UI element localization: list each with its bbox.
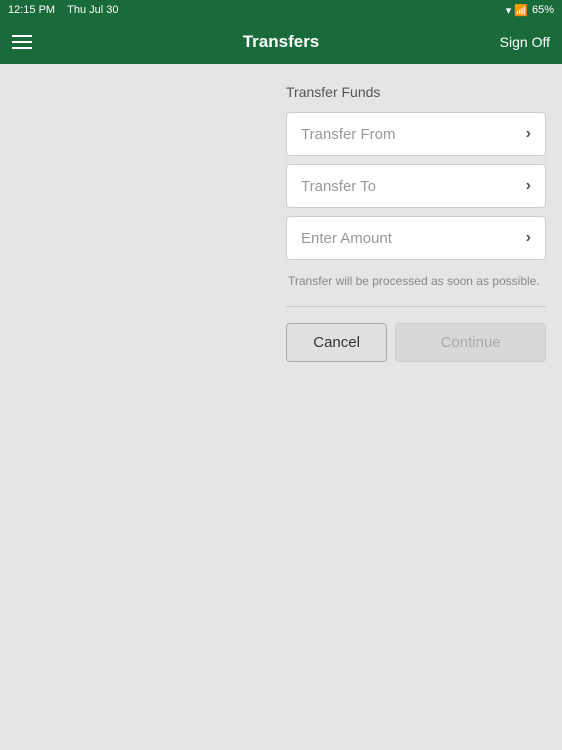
status-bar-right: ▾ 📶 65%: [506, 4, 554, 17]
transfer-from-field[interactable]: Transfer From ›: [286, 112, 546, 156]
main-content: Transfer Funds Transfer From › Transfer …: [0, 64, 562, 750]
status-bar: 12:15 PM Thu Jul 30 ▾ 📶 65%: [0, 0, 562, 20]
menu-icon[interactable]: [12, 35, 32, 49]
status-date: Thu Jul 30: [67, 4, 118, 16]
left-panel: [0, 64, 270, 750]
wifi-icon: ▾ 📶: [506, 4, 528, 17]
continue-button: Continue: [395, 323, 546, 362]
divider: [286, 306, 546, 307]
button-row: Cancel Continue: [286, 323, 546, 362]
transfer-from-label: Transfer From: [301, 126, 395, 143]
navbar: Transfers Sign Off: [0, 20, 562, 64]
transfer-to-label: Transfer To: [301, 178, 376, 195]
transfer-to-field[interactable]: Transfer To ›: [286, 164, 546, 208]
transfer-to-chevron-icon: ›: [526, 177, 531, 195]
right-panel: Transfer Funds Transfer From › Transfer …: [270, 64, 562, 750]
status-bar-left: 12:15 PM Thu Jul 30: [8, 4, 119, 16]
status-time: 12:15 PM: [8, 4, 55, 16]
sign-off-button[interactable]: Sign Off: [500, 34, 550, 50]
enter-amount-chevron-icon: ›: [526, 229, 531, 247]
page-title: Transfers: [243, 32, 320, 52]
transfer-from-chevron-icon: ›: [526, 125, 531, 143]
form-fields: Transfer From › Transfer To › Enter Amou…: [286, 112, 546, 260]
cancel-button[interactable]: Cancel: [286, 323, 387, 362]
info-text: Transfer will be processed as soon as po…: [286, 272, 546, 290]
enter-amount-label: Enter Amount: [301, 230, 392, 247]
enter-amount-field[interactable]: Enter Amount ›: [286, 216, 546, 260]
battery-indicator: 65%: [532, 4, 554, 16]
section-title: Transfer Funds: [286, 84, 546, 100]
